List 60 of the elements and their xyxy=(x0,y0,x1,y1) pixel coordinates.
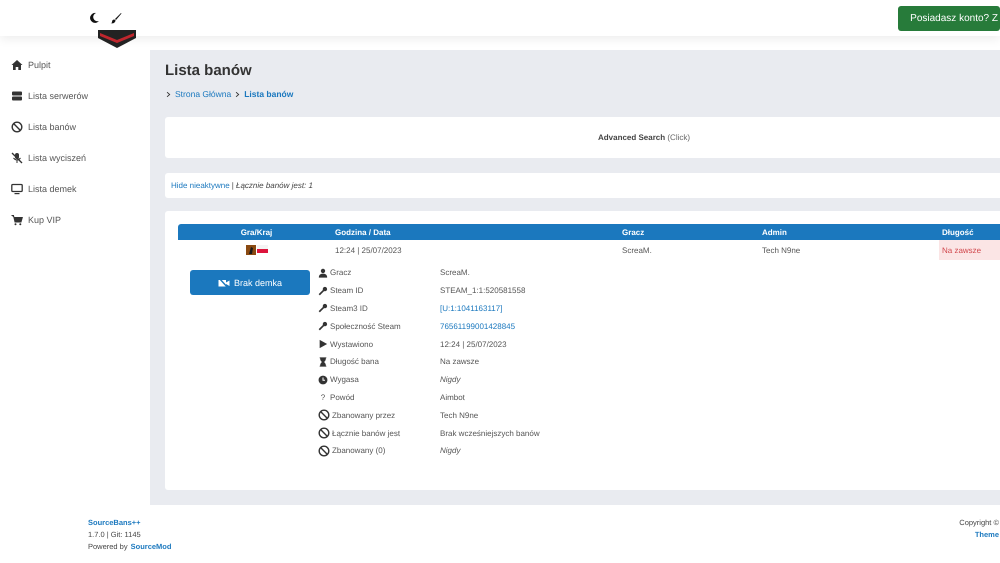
detail-value: ScreaM. xyxy=(440,267,471,280)
detail-label: Zbanowany przez xyxy=(318,406,440,424)
detail-label: Łącznie banów jest xyxy=(318,424,440,442)
page-title: Lista banów xyxy=(165,62,253,79)
sidebar-item[interactable]: Lista wyciszeń xyxy=(0,151,150,165)
detail-label: Długość bana xyxy=(318,352,440,371)
moon-icon xyxy=(88,12,100,24)
detail-link[interactable]: [U:1:1041163117] xyxy=(440,300,540,318)
user-icon xyxy=(318,268,328,278)
clock-icon xyxy=(318,374,328,385)
detail-value: Brak wcześniejszych banów xyxy=(440,428,540,440)
detail-value: Nigdy xyxy=(440,445,462,458)
detail-label: Gracz xyxy=(318,264,440,282)
detail-label: Wygasa xyxy=(318,370,440,389)
sidebar-item[interactable]: Lista demek xyxy=(0,182,150,196)
monitor-icon xyxy=(11,183,23,195)
chevron-icon xyxy=(165,90,172,98)
game-icon xyxy=(246,245,256,255)
detail-value: Nigdy xyxy=(440,374,462,386)
login-button[interactable]: Posiadasz konto? Z xyxy=(898,6,1000,30)
ban-icon xyxy=(318,444,330,457)
cart-icon xyxy=(11,214,23,226)
ban-count-text: | Łącznie banów jest: 1 xyxy=(232,181,313,190)
no-demo-button[interactable]: Brak demka xyxy=(190,270,310,295)
detail-value: Tech N9ne xyxy=(440,410,480,422)
sidebar-item[interactable]: Lista serwerów xyxy=(0,89,150,103)
detail-value: STEAM_1:1:520581558 xyxy=(440,285,526,298)
table-cell-text: 12:24 | 25/07/2023 xyxy=(335,246,403,254)
chevron-icon xyxy=(234,90,242,98)
breadcrumb-link[interactable]: Lista banów xyxy=(244,89,294,99)
detail-value: 12:24 | 25/07/2023 xyxy=(440,338,508,351)
brush-icon xyxy=(110,12,122,24)
advanced-search-link[interactable]: Advanced Search (Click) xyxy=(598,133,690,142)
detail-label: ? Powód xyxy=(320,392,356,404)
table-cell-text: ScreaM. xyxy=(622,246,653,254)
table-header: Gra/Kraj Godzina / Data Gracz Admin Długość xyxy=(178,224,1000,240)
detail-label: Społeczność Steam xyxy=(318,317,440,336)
home-icon xyxy=(11,59,23,71)
detail-link[interactable]: 76561199001428845 xyxy=(440,317,540,336)
server-icon xyxy=(11,90,23,102)
play-icon xyxy=(318,339,328,350)
detail-value: Na zawsze xyxy=(440,356,480,368)
breadcrumb-link[interactable]: Strona Główna xyxy=(175,89,232,99)
detail-label: Steam3 ID xyxy=(318,300,440,318)
ban-icon xyxy=(318,409,330,422)
sidebar-item[interactable]: Pulpit xyxy=(0,58,150,72)
logo-icon xyxy=(98,30,136,50)
flag-icon xyxy=(256,245,268,253)
hourglass-icon xyxy=(318,356,328,367)
muted-microphone-icon xyxy=(11,152,23,164)
ban-icon xyxy=(11,121,23,133)
detail-value: Aimbot xyxy=(440,392,466,404)
table-cell-text: Tech N9ne xyxy=(762,246,802,254)
detail-label: Zbanowany (0) xyxy=(318,442,440,460)
detail-label: Wystawiono xyxy=(318,335,440,353)
detail-label: Steam ID xyxy=(318,282,440,300)
ban-length-cell: Na zawsze xyxy=(939,240,1000,260)
sidebar-item[interactable]: Lista banów xyxy=(0,120,150,134)
ban-icon xyxy=(318,427,330,440)
sidebar-item[interactable]: Kup VIP xyxy=(0,213,150,227)
